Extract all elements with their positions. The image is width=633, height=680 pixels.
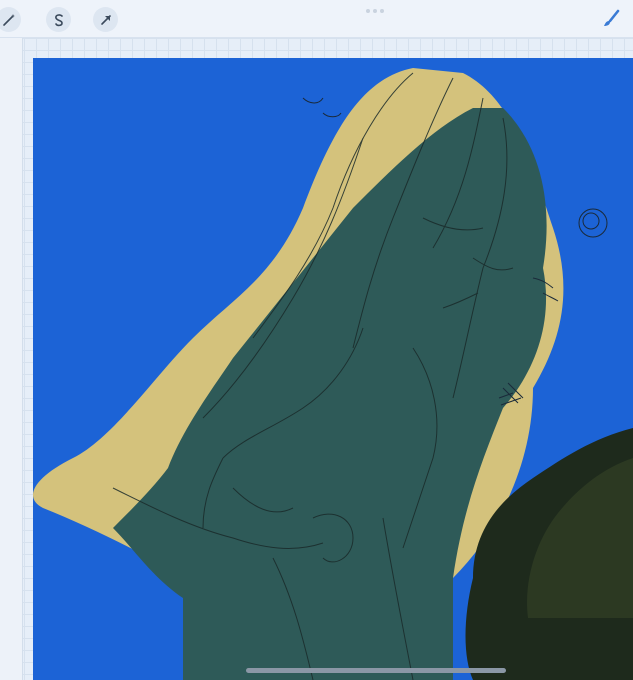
home-indicator [246,668,506,673]
top-toolbar [0,0,633,38]
side-panel-strip[interactable] [0,38,23,680]
transform-arrow-icon[interactable] [93,7,118,32]
toolbar-grabber[interactable] [366,9,384,13]
drawing-canvas[interactable] [33,58,633,680]
paint-brush-icon[interactable] [598,6,624,32]
selection-icon[interactable] [46,7,71,32]
magic-wand-icon[interactable] [0,7,21,32]
artwork [33,68,633,680]
